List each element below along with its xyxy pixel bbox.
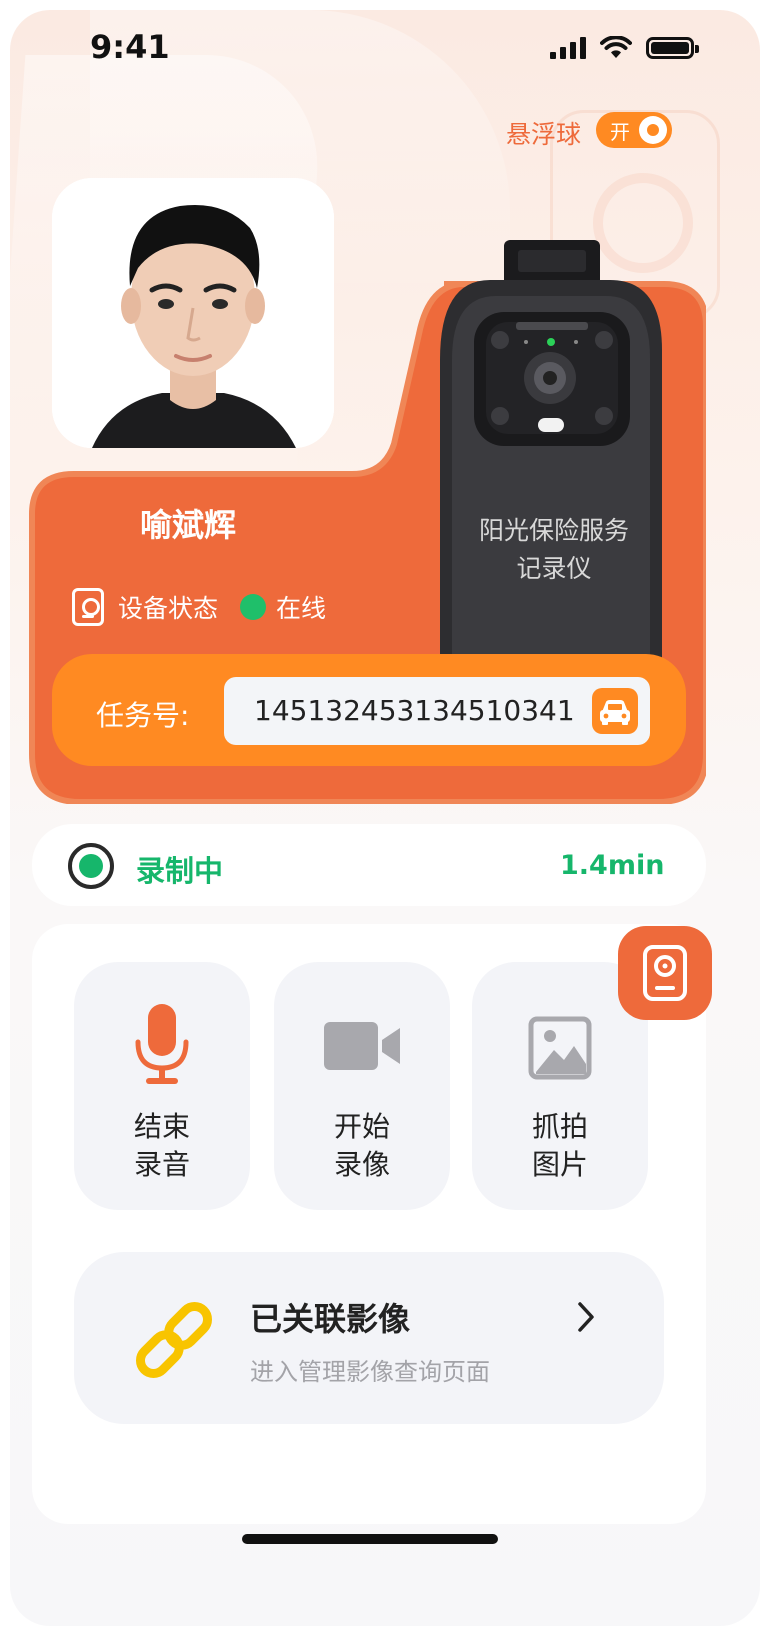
car-button[interactable] [592,688,638,734]
microphone-icon [135,1004,189,1084]
image-icon [528,1016,592,1080]
float-ball-label: 悬浮球 [506,120,582,149]
task-number-value: 145132453134510341 [254,694,575,727]
action-label-audio-line2: 录音 [133,1148,190,1181]
camera-brand-line2: 记录仪 [516,554,592,583]
car-icon [600,700,630,725]
action-label-audio: 结束 录音 [74,1108,250,1184]
avatar-image [52,178,334,448]
linked-media-subtitle: 进入管理影像查询页面 [250,1358,490,1386]
recorder-fab-button[interactable] [618,926,712,1020]
camera-brand-line1: 阳光保险服务 [478,516,629,545]
chevron-right-icon[interactable] [574,1300,598,1334]
device-status-label: 设备状态 [118,594,219,623]
status-time: 9:41 [90,28,170,66]
online-status-text: 在线 [276,594,327,623]
task-number-label: 任务号: [96,699,190,732]
action-label-video-line2: 录像 [333,1148,390,1181]
action-label-snapshot-line2: 图片 [531,1148,588,1181]
action-label-snapshot: 抓拍 图片 [472,1108,648,1184]
signal-icon [550,37,586,59]
recorder-device-icon [643,945,687,1001]
camera-brand-text: 阳光保险服务 记录仪 [438,512,670,588]
action-label-video-line1: 开始 [333,1110,390,1143]
link-icon [135,1301,213,1379]
video-camera-icon [324,1022,400,1070]
float-ball-toggle[interactable]: 开 [596,112,672,148]
action-label-snapshot-line1: 抓拍 [531,1110,588,1143]
status-icons [550,36,699,60]
recorder-camera-image [440,240,662,660]
device-status-row: 设备状态 在线 [72,588,326,626]
action-label-audio-line1: 结束 [133,1110,190,1143]
toggle-knob [639,116,667,144]
action-label-video: 开始 录像 [274,1108,450,1184]
recording-status-text: 录制中 [136,854,224,888]
recording-indicator-icon [68,843,114,889]
person-name: 喻斌辉 [140,506,237,544]
battery-icon [646,37,699,59]
online-status-dot [240,594,267,620]
recorder-device-icon [72,588,104,626]
avatar [52,178,334,448]
linked-media-title: 已关联影像 [250,1300,411,1338]
wifi-icon [600,36,632,58]
recording-duration: 1.4min [560,850,665,881]
float-ball-toggle-text: 开 [610,119,630,144]
home-indicator[interactable] [242,1534,498,1544]
